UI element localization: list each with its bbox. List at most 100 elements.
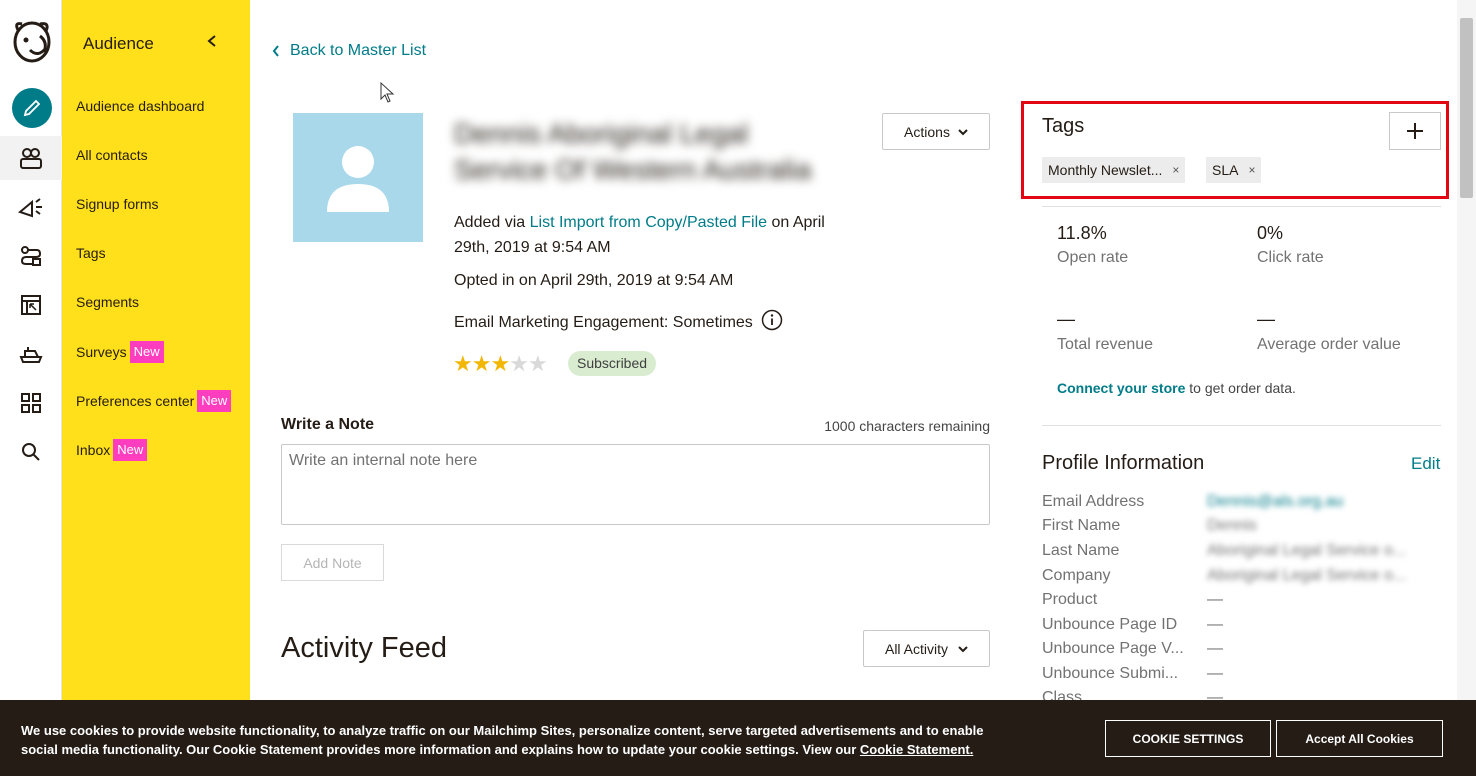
add-tag-button[interactable]: [1389, 112, 1441, 150]
import-source-link[interactable]: List Import from Copy/Pasted File: [530, 214, 767, 231]
chevron-down-icon: [958, 128, 968, 135]
activity-feed-title: Activity Feed: [281, 632, 447, 664]
grid-icon[interactable]: [0, 381, 62, 425]
star-filled-icon: ★: [471, 351, 492, 376]
profile-field-value: Dennis: [1207, 517, 1257, 534]
new-badge: New: [129, 341, 164, 363]
profile-edit-link[interactable]: Edit: [1411, 454, 1440, 474]
tags-highlight-box: [1021, 101, 1449, 199]
profile-field-value: Aboriginal Legal Service o...: [1207, 567, 1407, 584]
activity-filter-label: All Activity: [884, 640, 948, 657]
mouse-cursor-icon: [380, 81, 396, 109]
sidebar-item-all-contacts[interactable]: All contacts: [76, 147, 148, 163]
sidebar-item-preferences-center[interactable]: Preferences center New: [76, 390, 232, 412]
sidebar-item-label: Segments: [76, 294, 140, 310]
remove-tag-icon[interactable]: ×: [1172, 157, 1179, 183]
sidebar-item-label: Surveys: [76, 344, 127, 360]
note-label: Write a Note: [281, 416, 375, 433]
added-via-text: Added via List Import from Copy/Pasted F…: [454, 210, 834, 260]
subnav-header: Audience: [83, 34, 154, 53]
total-revenue-label: Total revenue: [1057, 336, 1154, 353]
info-icon[interactable]: [761, 309, 783, 336]
connect-store-text: Connect your store to get order data.: [1057, 380, 1296, 396]
profile-field-value: —: [1207, 640, 1223, 657]
scrollbar-thumb[interactable]: [1460, 18, 1473, 198]
website-icon[interactable]: [0, 283, 62, 327]
new-badge: New: [113, 439, 148, 461]
icon-rail: [0, 0, 62, 776]
mailchimp-logo-icon[interactable]: [10, 18, 54, 68]
add-note-button[interactable]: Add Note: [281, 544, 384, 581]
audience-subnav: Audience Audience dashboard All contacts…: [62, 0, 250, 776]
audience-icon[interactable]: [0, 136, 62, 180]
sidebar-item-label: Audience dashboard: [76, 98, 205, 114]
tags-title: Tags: [1042, 115, 1085, 137]
profile-field-label: Product: [1042, 591, 1098, 608]
tag-chip[interactable]: SLA ×: [1206, 157, 1262, 183]
sidebar-item-label: Tags: [76, 245, 106, 261]
note-characters-remaining: 1000 characters remaining: [824, 418, 990, 434]
tag-chip[interactable]: Monthly Newslet... ×: [1042, 157, 1186, 183]
cookie-banner: We use cookies to provide website functi…: [0, 700, 1476, 776]
automations-icon[interactable]: [0, 234, 62, 278]
collapse-chevron-icon[interactable]: [206, 34, 218, 53]
search-icon[interactable]: [0, 430, 62, 474]
sidebar-item-inbox[interactable]: Inbox New: [76, 439, 148, 461]
average-order-label: Average order value: [1257, 336, 1401, 353]
cookie-text: We use cookies to provide website functi…: [21, 721, 1011, 759]
actions-label: Actions: [904, 123, 950, 140]
sidebar-item-label: Signup forms: [76, 196, 159, 212]
opted-in-text: Opted in on April 29th, 2019 at 9:54 AM: [454, 272, 734, 289]
average-order-value: —: [1257, 309, 1275, 329]
star-filled-icon: ★: [453, 351, 473, 376]
app: Audience Audience dashboard All contacts…: [0, 0, 1476, 776]
contact-name: Dennis Aboriginal Legal Service Of Weste…: [454, 118, 812, 185]
engagement-text: Email Marketing Engagement: Sometimes: [454, 313, 753, 331]
user-silhouette-icon: [327, 145, 389, 212]
sidebar-item-label: All contacts: [76, 147, 148, 163]
accept-all-cookies-button[interactable]: Accept All Cookies: [1276, 720, 1443, 757]
new-badge: New: [197, 390, 232, 412]
cookie-message: We use cookies to provide website functi…: [21, 723, 984, 757]
page-scrollbar[interactable]: [1457, 0, 1476, 700]
sidebar-item-audience-dashboard[interactable]: Audience dashboard: [76, 98, 204, 114]
divider: [1042, 425, 1441, 426]
cookie-settings-button[interactable]: COOKIE SETTINGS: [1105, 720, 1271, 757]
pencil-icon[interactable]: [12, 88, 52, 128]
tag-label: SLA: [1212, 162, 1239, 178]
remove-tag-icon[interactable]: ×: [1248, 157, 1255, 183]
sidebar-item-segments[interactable]: Segments: [76, 294, 139, 310]
sidebar-item-tags[interactable]: Tags: [76, 245, 106, 261]
cookie-statement-link[interactable]: Cookie Statement.: [860, 742, 973, 757]
profile-information-title: Profile Information: [1042, 452, 1205, 474]
profile-field-value: —: [1207, 665, 1223, 682]
profile-field-label: Unbounce Page V...: [1042, 640, 1184, 657]
star-empty-icon: ★: [527, 351, 548, 376]
open-rate-value: 11.8%: [1057, 223, 1107, 243]
back-to-master-list-link[interactable]: Back to Master List: [272, 42, 426, 60]
profile-field-value: —: [1207, 591, 1223, 608]
profile-field-label: Email Address: [1042, 493, 1145, 510]
note-textarea[interactable]: [281, 444, 990, 525]
total-revenue-value: —: [1057, 309, 1075, 329]
profile-field-value: Aboriginal Legal Service o...: [1207, 542, 1407, 559]
sidebar-item-surveys[interactable]: Surveys New: [76, 341, 164, 363]
contact-rating: ★★★★★: [453, 351, 548, 377]
sidebar-item-label: Inbox: [76, 442, 111, 458]
profile-field-label: Last Name: [1042, 542, 1120, 559]
avatar: [293, 113, 423, 242]
click-rate-value: 0%: [1257, 223, 1284, 243]
tag-label: Monthly Newslet...: [1048, 162, 1163, 178]
click-rate-label: Click rate: [1257, 249, 1324, 266]
status-badge: Subscribed: [568, 351, 657, 376]
campaigns-icon[interactable]: [0, 185, 62, 229]
integrations-icon[interactable]: [0, 332, 62, 376]
profile-field-value[interactable]: Dennis@als.org.au: [1207, 493, 1343, 511]
profile-field-value: —: [1207, 616, 1223, 633]
connect-store-link[interactable]: Connect your store: [1057, 380, 1185, 396]
back-link-label: Back to Master List: [290, 42, 427, 59]
profile-field-label: Unbounce Submi...: [1042, 665, 1179, 682]
actions-dropdown[interactable]: Actions: [882, 113, 990, 150]
activity-filter-dropdown[interactable]: All Activity: [863, 630, 990, 667]
sidebar-item-signup-forms[interactable]: Signup forms: [76, 196, 158, 212]
